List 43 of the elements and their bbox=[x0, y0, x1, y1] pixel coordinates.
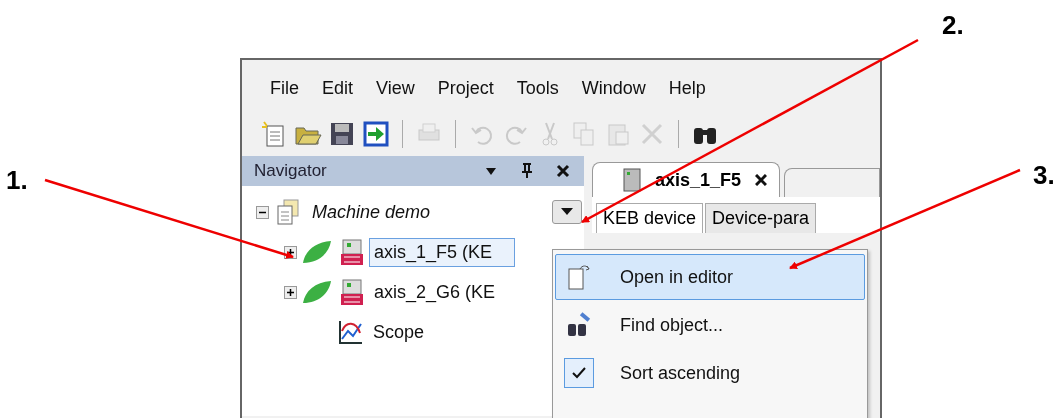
tree-item[interactable]: Scope bbox=[368, 317, 430, 347]
document-icon bbox=[275, 198, 301, 226]
menu-item[interactable]: View bbox=[376, 78, 415, 108]
callout-number: 1. bbox=[6, 165, 28, 196]
menu-item[interactable]: File bbox=[270, 78, 299, 108]
device-icon bbox=[339, 278, 365, 306]
save-icon[interactable] bbox=[328, 120, 356, 148]
menu-item[interactable]: Project bbox=[437, 78, 494, 108]
binoculars-icon bbox=[566, 312, 592, 338]
callout-number: 3. bbox=[1033, 160, 1055, 191]
collapse-toggle-icon[interactable] bbox=[256, 205, 269, 219]
panel-title: Navigator bbox=[254, 161, 328, 181]
close-icon[interactable] bbox=[755, 174, 768, 186]
menu-item[interactable]: Window bbox=[581, 78, 646, 108]
dropdown-arrow-icon bbox=[561, 208, 573, 216]
checkbox[interactable] bbox=[564, 358, 594, 388]
chart-icon bbox=[338, 319, 364, 345]
document-icon bbox=[566, 263, 592, 291]
menu-item-label: Sort ascending bbox=[619, 362, 741, 384]
editor-tab[interactable]: axis_1_F5 bbox=[592, 162, 781, 197]
menu-item[interactable]: Help bbox=[668, 78, 706, 108]
dropdown-button[interactable] bbox=[552, 200, 582, 224]
menu-item[interactable]: Edit bbox=[322, 78, 354, 108]
checkmark-icon bbox=[572, 367, 586, 379]
import-icon[interactable] bbox=[362, 120, 390, 148]
sub-tab[interactable]: Device-para bbox=[705, 203, 817, 233]
expand-toggle-icon[interactable] bbox=[284, 285, 297, 299]
tree-item[interactable]: axis_2_G6 (KE bbox=[369, 277, 501, 307]
menu-item-label: Open in editor bbox=[619, 266, 734, 288]
callout-number: 2. bbox=[942, 10, 964, 41]
cabinet-icon bbox=[623, 168, 641, 192]
pin-icon[interactable] bbox=[520, 163, 534, 179]
menu-item[interactable]: Open in editor bbox=[555, 254, 865, 300]
menu-item[interactable]: Tools bbox=[516, 78, 559, 108]
sub-tab[interactable]: KEB device bbox=[596, 203, 704, 233]
tab-title: axis_1_F5 bbox=[655, 169, 742, 191]
device-icon bbox=[339, 238, 365, 266]
menu-item[interactable]: Sort ascending bbox=[555, 350, 865, 396]
menu-item-label: Find object... bbox=[619, 314, 724, 336]
tree-item[interactable]: axis_1_F5 (KE bbox=[369, 237, 515, 267]
menu-item[interactable]: Find object... bbox=[555, 302, 865, 348]
close-icon[interactable] bbox=[556, 164, 570, 178]
tree-item[interactable]: Machine demo bbox=[307, 197, 546, 227]
